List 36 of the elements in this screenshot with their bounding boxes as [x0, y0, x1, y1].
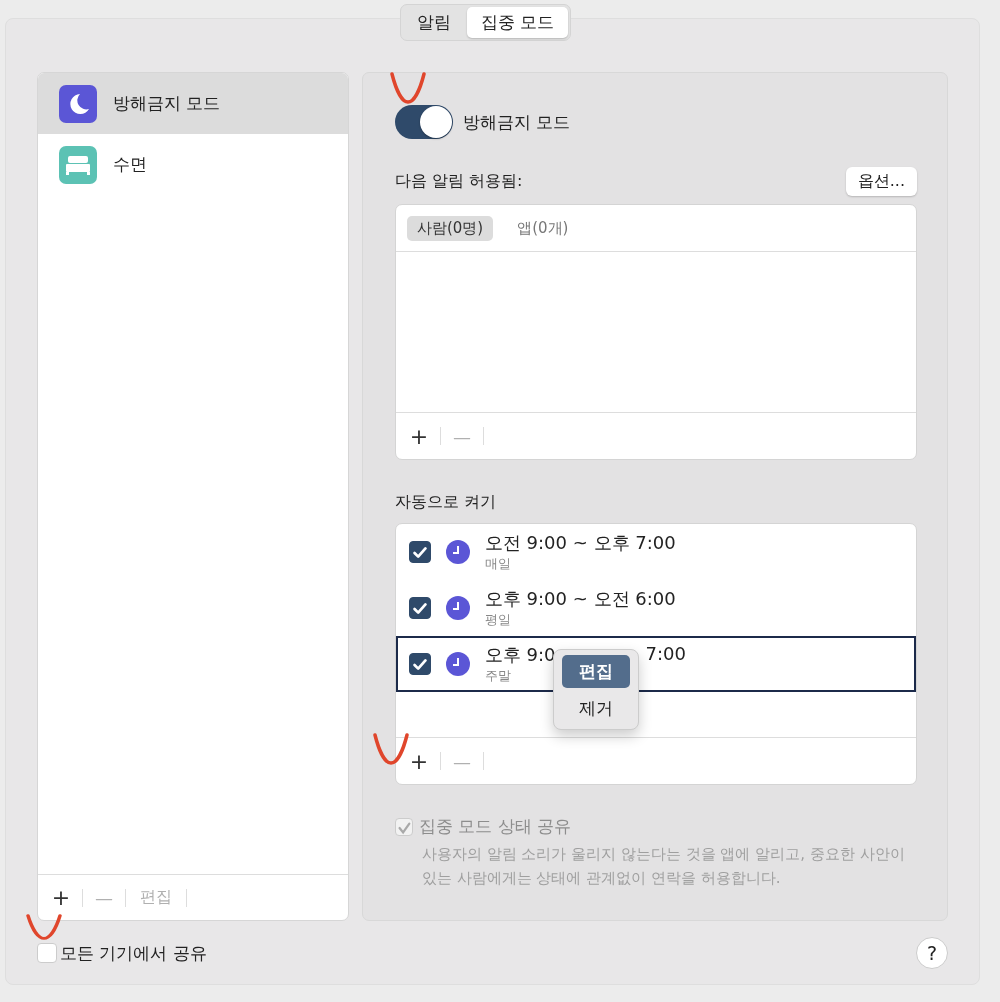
add-button[interactable]: + — [48, 885, 74, 910]
sidebar-item[interactable]: 수면 — [38, 134, 348, 195]
toggle-label: 방해금지 모드 — [462, 110, 571, 134]
tab[interactable]: 집중 모드 — [467, 7, 569, 38]
schedule-time: 오후 9:0 — [484, 643, 556, 667]
menu-item[interactable]: 편집 — [561, 655, 630, 688]
clock-icon — [445, 652, 470, 676]
schedule-row[interactable]: 오후 9:00 ~ 오전 6:00 평일 — [395, 580, 916, 636]
options-button[interactable]: 옵션... — [845, 167, 917, 196]
schedule-days: 평일 — [484, 611, 511, 629]
checkbox[interactable] — [408, 541, 431, 563]
schedule-time: 7:00 — [645, 643, 686, 666]
section-title: 다음 알림 허용됨: — [394, 171, 523, 192]
schedule-days: 매일 — [484, 555, 511, 573]
add-button[interactable]: + — [405, 748, 432, 774]
tab[interactable]: 알림 — [403, 7, 465, 38]
schedule-days: 주말 — [484, 667, 511, 685]
checkbox-label: 모든 기기에서 공유 — [60, 941, 207, 965]
schedule-time: 오후 9:00 ~ 오전 6:00 — [484, 587, 676, 611]
checkbox[interactable] — [408, 597, 431, 619]
annotation-mark — [24, 914, 64, 940]
clock-icon — [445, 540, 470, 564]
clock-icon — [445, 596, 470, 620]
description: 사용자의 알림 소리가 울리지 않는다는 것을 앱에 알리고, 중요한 사안이 있는 사람에게는 상태에 관계없이 연락을 허용합니다. — [421, 844, 906, 889]
checkbox[interactable] — [408, 653, 431, 675]
schedule-time: 오전 9:00 ~ 오후 7:00 — [484, 531, 676, 555]
add-button[interactable]: + — [405, 423, 432, 449]
tab[interactable]: 앱(0개) — [507, 215, 579, 241]
menu-item[interactable]: 제거 — [561, 692, 630, 725]
checkbox-label: 집중 모드 상태 공유 — [418, 815, 572, 838]
section-title: 자동으로 켜기 — [394, 492, 497, 513]
schedule-row[interactable]: 오전 9:00 ~ 오후 7:00 매일 — [395, 524, 916, 580]
sidebar-item[interactable]: 방해금지 모드 — [38, 73, 348, 134]
help-button[interactable]: ? — [916, 937, 948, 969]
toggle-switch[interactable] — [394, 105, 453, 139]
tab[interactable]: 사람(0명) — [406, 215, 494, 241]
